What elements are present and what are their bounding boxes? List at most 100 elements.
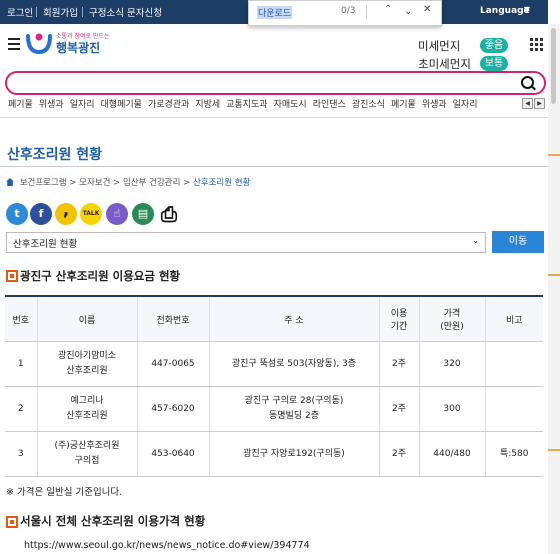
- keyword-link[interactable]: 지방세: [195, 100, 220, 110]
- hamburger-menu-icon[interactable]: [8, 38, 20, 50]
- table-cell: 2주: [379, 431, 420, 477]
- table-cell: 광진구 구의로 28(구의동) 동명빌딩 2층: [209, 386, 380, 432]
- column-header: 전화번호: [137, 296, 210, 342]
- print-icon[interactable]: ⎙: [158, 203, 180, 225]
- breadcrumb-item[interactable]: 임산부 건강관리: [123, 178, 180, 188]
- divider: [36, 7, 37, 17]
- kakaostory-icon[interactable]: ,: [55, 202, 77, 225]
- page-select-dropdown[interactable]: 산후조리원 현황 ⌄: [6, 232, 486, 253]
- table-cell: 453-0640: [137, 431, 210, 477]
- breadcrumb-separator: >: [69, 178, 80, 188]
- home-icon[interactable]: [6, 178, 14, 186]
- fee-table: 번호 이름 전화번호 주 소 이용 기간 가격 (만원) 비고 1 광진아기맘미소 산후조리원 447…: [5, 295, 543, 477]
- ultrafine-dust-label: 초미세먼지: [418, 57, 471, 71]
- keyword-link[interactable]: 대형폐기물: [101, 100, 142, 110]
- table-cell: 특:580: [485, 431, 543, 477]
- column-header: 이용 기간: [379, 296, 420, 342]
- table-cell: (주)궁산후조리원 구의점: [37, 431, 138, 477]
- keywords-prev-button[interactable]: ◀: [522, 98, 533, 109]
- facebook-icon[interactable]: f: [30, 203, 52, 225]
- scroll-match-marker: [548, 154, 560, 156]
- keyword-link[interactable]: 가로경관과: [148, 100, 189, 110]
- language-label: Language: [480, 6, 530, 16]
- keyword-link[interactable]: 라인댄스: [313, 100, 346, 110]
- table-cell: 2주: [379, 341, 420, 387]
- scroll-match-marker: [548, 274, 560, 276]
- find-match-count: 0/3: [341, 6, 356, 16]
- seoul-price-link[interactable]: https://www.seoul.go.kr/news/news_notice…: [24, 540, 310, 551]
- table-cell: 457-6020: [137, 386, 210, 432]
- breadcrumb-current: 산후조리원 현황: [192, 178, 251, 188]
- table-header-row: 번호 이름 전화번호 주 소 이용 기간 가격 (만원) 비고: [5, 296, 543, 342]
- table-cell: 광진구 자양로192(구의동): [209, 431, 380, 477]
- section-marker-icon: [6, 270, 18, 282]
- divider: [82, 7, 83, 17]
- keywords-next-button[interactable]: ▶: [534, 98, 545, 109]
- keyword-link[interactable]: 자매도시: [274, 100, 307, 110]
- table-cell: [485, 386, 543, 432]
- table-cell: 2주: [379, 386, 420, 432]
- signup-link[interactable]: 회원가입: [43, 5, 78, 19]
- table-cell: 440/480: [419, 431, 486, 477]
- breadcrumb-item[interactable]: 보건프로그램: [20, 178, 67, 188]
- table-cell: 2: [5, 386, 38, 432]
- scrollbar-thumb[interactable]: [551, 28, 556, 104]
- go-button[interactable]: 이동: [492, 231, 544, 253]
- page-title: 산후조리원 현황: [7, 147, 103, 163]
- keyword-link[interactable]: 일자리: [70, 100, 95, 110]
- kakaotalk-icon[interactable]: TALK: [80, 203, 102, 225]
- find-next-button[interactable]: ⌄: [404, 6, 412, 17]
- fine-dust-label: 미세먼지: [418, 39, 461, 53]
- column-header: 비고: [485, 296, 543, 342]
- site-logo[interactable]: 소통과 참여로 만드는 행복광진: [24, 30, 110, 56]
- keyword-link[interactable]: 일자리: [453, 100, 478, 110]
- table-cell: 447-0065: [137, 341, 210, 387]
- table-cell: 1: [5, 341, 38, 387]
- keyword-link[interactable]: 교통지도과: [226, 100, 267, 110]
- logo-text: 행복광진: [56, 41, 101, 55]
- table-cell: 광진구 뚝섬로 503(자양동), 3층: [209, 341, 380, 387]
- page-select-value: 산후조리원 현황: [13, 239, 78, 250]
- column-header: 주 소: [209, 296, 380, 342]
- keyword-link[interactable]: 폐기물: [8, 100, 33, 110]
- price-note: ※ 가격은 일반실 기준입니다.: [6, 487, 123, 498]
- ultrafine-dust-status-badge: 보통: [480, 56, 508, 71]
- keyword-link[interactable]: 위생과: [422, 100, 447, 110]
- language-select[interactable]: Language ▼: [462, 4, 534, 20]
- keyword-link[interactable]: 위생과: [39, 100, 64, 110]
- breadcrumb-separator: >: [113, 178, 123, 188]
- table-body: 1 광진아기맘미소 산후조리원 447-0065 광진구 뚝섬로 503(자양동), 3…: [5, 341, 543, 477]
- site-search-input[interactable]: [5, 71, 546, 95]
- breadcrumb: 보건프로그램 > 모자보건 > 임산부 건강관리 > 산후조리원 현황: [6, 176, 250, 188]
- logo-mark-icon: [26, 33, 52, 55]
- keyword-link[interactable]: 폐기물: [391, 100, 416, 110]
- find-close-button[interactable]: ✕: [423, 4, 431, 15]
- login-link[interactable]: 로그인: [7, 5, 33, 19]
- table-cell: 광진아기맘미소 산후조리원: [37, 341, 138, 387]
- keyword-link[interactable]: 광진소식: [352, 100, 385, 110]
- table-cell: 3: [5, 431, 38, 477]
- chevron-down-icon: ⌄: [472, 236, 479, 245]
- twitter-icon[interactable]: t: [6, 203, 28, 225]
- section-heading: 서울시 전체 산후조리원 이용가격 현황: [20, 514, 206, 528]
- table-cell: 320: [419, 341, 486, 387]
- all-menu-grid-icon[interactable]: [530, 38, 543, 51]
- divider: [366, 5, 367, 19]
- divider: [0, 117, 548, 118]
- search-icon[interactable]: [521, 76, 534, 89]
- page-scrollbar[interactable]: [548, 24, 560, 554]
- column-header: 가격 (만원): [419, 296, 486, 342]
- find-input[interactable]: 다운로드: [257, 6, 293, 19]
- table-row: 2 예그리나 산후조리원 457-6020 광진구 구의로 28(구의동) 동명빌딩 2층…: [5, 386, 543, 432]
- qr-icon[interactable]: ▤: [132, 203, 154, 225]
- table-row: 3 (주)궁산후조리원 구의점 453-0640 광진구 자양로192(구의동) 2주 44…: [5, 431, 543, 477]
- scroll-match-marker: [548, 449, 560, 451]
- table-cell: 300: [419, 386, 486, 432]
- fine-dust-status-badge: 좋음: [480, 38, 508, 53]
- news-sms-link[interactable]: 구정소식 문자신청: [89, 5, 162, 19]
- breadcrumb-item[interactable]: 모자보건: [79, 178, 110, 188]
- column-header: 번호: [5, 296, 38, 342]
- table-row: 1 광진아기맘미소 산후조리원 447-0065 광진구 뚝섬로 503(자양동), 3…: [5, 341, 543, 387]
- band-icon[interactable]: ☝: [106, 203, 128, 225]
- find-previous-button[interactable]: ⌃: [384, 4, 392, 15]
